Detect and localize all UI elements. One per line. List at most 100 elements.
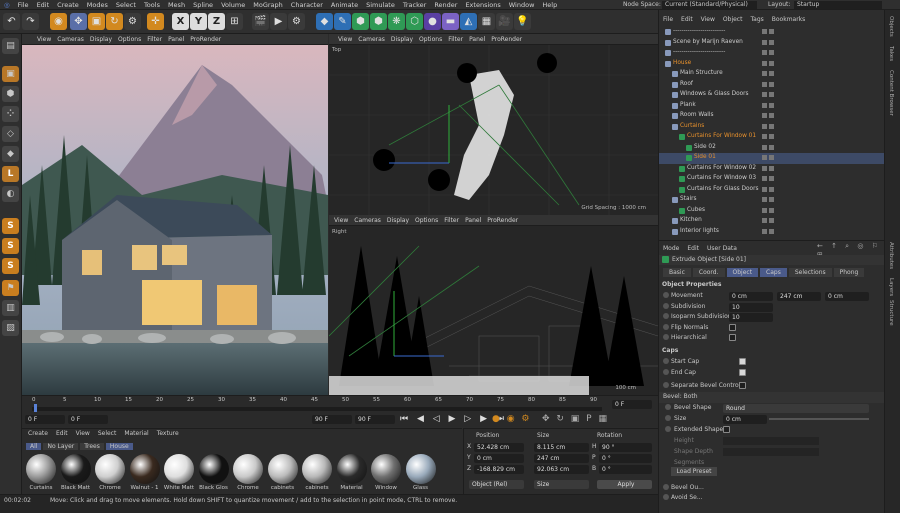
material-swatch[interactable] [267,454,298,484]
render-toggle[interactable] [769,29,774,34]
object-row[interactable]: Room Walls [659,111,885,122]
object-menu-bookmarks[interactable]: Bookmarks [768,16,810,23]
visibility-toggle[interactable] [762,102,767,108]
render-toggle[interactable] [769,39,774,45]
attribute-tab-caps[interactable]: Caps [760,268,787,277]
render-toggle[interactable] [769,197,774,202]
menu-select[interactable]: Select [112,1,140,9]
tab-attributes[interactable]: Attributes [888,242,894,269]
material-menu-select[interactable]: Select [94,430,121,437]
subdivision-icon[interactable]: ⬢ [352,13,369,30]
coord-mode-select[interactable]: Object (Rel) [469,480,524,489]
workplane-icon[interactable]: ⚑ [2,280,19,296]
position-field[interactable]: -168.829 cm [474,465,524,474]
attribute-tab-coord[interactable]: Coord. [692,268,725,277]
menu-modes[interactable]: Modes [83,1,112,9]
vp3-menu-display[interactable]: Display [384,217,412,224]
visibility-toggle[interactable] [762,113,767,118]
render-toggle[interactable] [769,50,774,55]
object-menu-view[interactable]: View [697,16,719,23]
material-menu-material[interactable]: Material [120,430,152,437]
vp3-menu-panel[interactable]: Panel [462,217,484,224]
tab-layers[interactable]: Layers [888,278,894,296]
object-menu-edit[interactable]: Edit [677,16,697,23]
material-swatch[interactable] [26,454,56,484]
visibility-toggle[interactable] [762,228,767,234]
position-field[interactable]: 0 cm [474,454,524,463]
planar-icon[interactable]: ▨ [2,320,19,336]
render-toggle[interactable] [769,144,774,150]
object-row[interactable]: Stairs [659,195,885,206]
size-slider[interactable] [769,418,869,420]
render-picture-viewer-icon[interactable]: ▶ [270,13,287,30]
material-swatch[interactable] [233,454,263,484]
timeline-ruler[interactable]: 0 5 10 15 20 25 30 35 40 45 50 55 60 65 70 75 80 85 90 [32,397,602,407]
quantize-icon[interactable]: S [2,258,19,274]
object-menu-tags[interactable]: Tags [746,16,767,23]
playback-controls[interactable]: ⏮ ◀ ◁ ▶ ▷ ▶ ⏭ [400,414,507,424]
object-menu-object[interactable]: Object [719,16,747,23]
move-icon[interactable]: ✥ [70,13,87,30]
visibility-toggle[interactable] [762,29,767,34]
material-swatch[interactable] [371,454,401,484]
tab-structure[interactable]: Structure [888,300,894,326]
key-controls[interactable]: ✥ ↻ ▣ P ▦ [542,414,609,424]
node-space-select[interactable]: Current (Standard/Physical) [662,1,757,9]
material-filter-house[interactable]: House [105,443,133,450]
attribute-tab-selections[interactable]: Selections [788,268,832,277]
vp1-menu-cameras[interactable]: Cameras [54,36,87,43]
points-mode-icon[interactable]: ⁘ [2,106,19,122]
material-swatch[interactable] [60,454,91,484]
render-toggle[interactable] [769,218,774,223]
menu-character[interactable]: Character [287,1,327,9]
visibility-toggle[interactable] [762,81,767,87]
vp3-menu-filter[interactable]: Filter [441,217,462,224]
texture-mode-icon[interactable]: ⬢ [2,86,19,102]
cube-icon[interactable]: ◆ [316,13,333,30]
object-row[interactable]: Main Structure [659,69,885,80]
vp1-menu-prorender[interactable]: ProRender [187,36,224,43]
lock-workplane-icon[interactable]: ▥ [2,300,19,316]
object-row[interactable]: Curtains For Window 01 [659,132,885,143]
render-toggle[interactable] [769,165,774,171]
vp1-menu-display[interactable]: Display [87,36,115,43]
vp1-menu-view[interactable]: View [34,36,54,43]
menu-file[interactable]: File [14,1,33,9]
menu-spline[interactable]: Spline [189,1,217,9]
material-swatch[interactable] [129,454,160,484]
visibility-toggle[interactable] [762,176,767,181]
size-mode-select[interactable]: Size [534,480,589,489]
property-anim-dot[interactable] [663,334,669,340]
x-axis-icon[interactable]: X [172,13,189,30]
object-row[interactable]: Curtains [659,122,885,133]
record-controls[interactable]: ● ◉ ⚙ [492,414,532,424]
visibility-toggle[interactable] [762,218,767,223]
object-row[interactable]: House [659,59,885,70]
bevel-both-group[interactable]: Bevel: Both [659,392,885,403]
material-menu-edit[interactable]: Edit [52,430,72,437]
recent-tools-icon[interactable]: ⚙ [124,13,141,30]
render-toggle[interactable] [769,102,774,108]
live-selection-icon[interactable]: ◉ [50,13,67,30]
render-toggle[interactable] [769,81,774,87]
undo-icon[interactable]: ↶ [3,13,20,30]
visibility-toggle[interactable] [762,207,767,213]
end-cap-checkbox[interactable] [739,369,746,376]
tag-icon[interactable]: ◭ [460,13,477,30]
edges-mode-icon[interactable]: ◇ [2,126,19,142]
position-field[interactable]: 52.428 cm [474,443,524,452]
tab-content-browser[interactable]: Content Browser [888,70,894,116]
load-preset-button[interactable]: Load Preset [671,467,717,476]
visibility-toggle[interactable] [762,155,767,160]
apply-button[interactable]: Apply [597,480,652,489]
rotation-field[interactable]: 90 ° [599,443,652,452]
attribute-menu-user-data[interactable]: User Data [703,245,741,252]
size-field[interactable]: 247 cm [534,454,589,463]
bevel-shape-select[interactable]: Round [723,404,869,413]
rotate-icon[interactable]: ↻ [106,13,123,30]
render-toggle[interactable] [769,92,774,97]
size-field[interactable]: 8.115 cm [534,443,589,452]
frame-min-field[interactable]: 0 F [68,415,108,424]
object-row[interactable]: Scene by Marijn Raeven [659,38,885,49]
property-checkbox[interactable] [729,323,736,331]
